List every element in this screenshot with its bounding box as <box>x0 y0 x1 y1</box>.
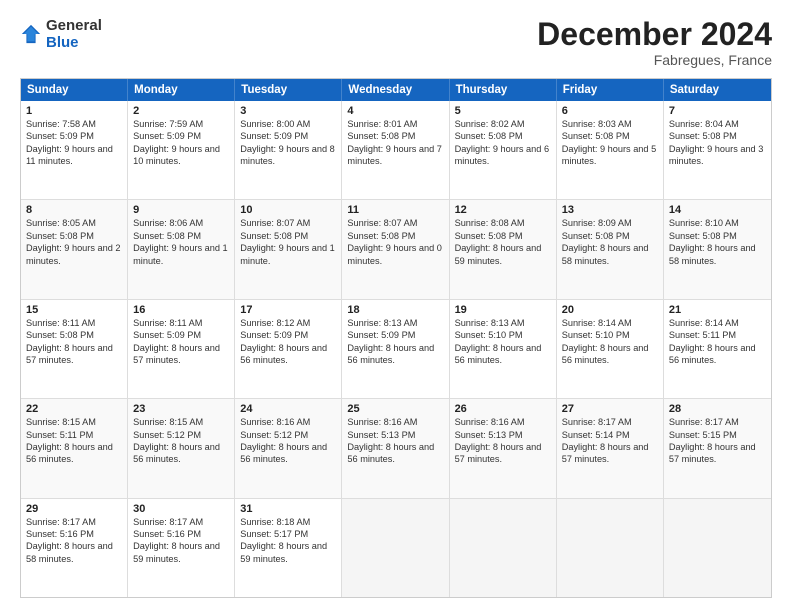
calendar-body: 1 Sunrise: 7:58 AMSunset: 5:09 PMDayligh… <box>21 101 771 597</box>
header-tuesday: Tuesday <box>235 79 342 101</box>
day-25: 25 Sunrise: 8:16 AMSunset: 5:13 PMDaylig… <box>342 399 449 497</box>
day-21: 21 Sunrise: 8:14 AMSunset: 5:11 PMDaylig… <box>664 300 771 398</box>
day-7: 7 Sunrise: 8:04 AMSunset: 5:08 PMDayligh… <box>664 101 771 199</box>
day-8: 8 Sunrise: 8:05 AMSunset: 5:08 PMDayligh… <box>21 200 128 298</box>
day-14: 14 Sunrise: 8:10 AMSunset: 5:08 PMDaylig… <box>664 200 771 298</box>
day-5: 5 Sunrise: 8:02 AMSunset: 5:08 PMDayligh… <box>450 101 557 199</box>
day-6: 6 Sunrise: 8:03 AMSunset: 5:08 PMDayligh… <box>557 101 664 199</box>
empty-cell-1 <box>342 499 449 597</box>
week-row-5: 29 Sunrise: 8:17 AMSunset: 5:16 PMDaylig… <box>21 498 771 597</box>
day-27: 27 Sunrise: 8:17 AMSunset: 5:14 PMDaylig… <box>557 399 664 497</box>
header-wednesday: Wednesday <box>342 79 449 101</box>
logo-icon <box>20 23 42 45</box>
day-9: 9 Sunrise: 8:06 AMSunset: 5:08 PMDayligh… <box>128 200 235 298</box>
day-17: 17 Sunrise: 8:12 AMSunset: 5:09 PMDaylig… <box>235 300 342 398</box>
day-20: 20 Sunrise: 8:14 AMSunset: 5:10 PMDaylig… <box>557 300 664 398</box>
empty-cell-4 <box>664 499 771 597</box>
week-row-3: 15 Sunrise: 8:11 AMSunset: 5:08 PMDaylig… <box>21 299 771 398</box>
header-monday: Monday <box>128 79 235 101</box>
header-sunday: Sunday <box>21 79 128 101</box>
logo-text: General Blue <box>46 18 102 51</box>
title-block: December 2024 Fabregues, France <box>537 18 772 68</box>
day-4: 4 Sunrise: 8:01 AMSunset: 5:08 PMDayligh… <box>342 101 449 199</box>
header-saturday: Saturday <box>664 79 771 101</box>
logo: General Blue <box>20 18 102 51</box>
day-29: 29 Sunrise: 8:17 AMSunset: 5:16 PMDaylig… <box>21 499 128 597</box>
week-row-2: 8 Sunrise: 8:05 AMSunset: 5:08 PMDayligh… <box>21 199 771 298</box>
location: Fabregues, France <box>537 52 772 68</box>
day-19: 19 Sunrise: 8:13 AMSunset: 5:10 PMDaylig… <box>450 300 557 398</box>
day-2: 2 Sunrise: 7:59 AMSunset: 5:09 PMDayligh… <box>128 101 235 199</box>
empty-cell-3 <box>557 499 664 597</box>
calendar-page: General Blue December 2024 Fabregues, Fr… <box>0 0 792 612</box>
day-16: 16 Sunrise: 8:11 AMSunset: 5:09 PMDaylig… <box>128 300 235 398</box>
day-15: 15 Sunrise: 8:11 AMSunset: 5:08 PMDaylig… <box>21 300 128 398</box>
day-31: 31 Sunrise: 8:18 AMSunset: 5:17 PMDaylig… <box>235 499 342 597</box>
day-24: 24 Sunrise: 8:16 AMSunset: 5:12 PMDaylig… <box>235 399 342 497</box>
day-12: 12 Sunrise: 8:08 AMSunset: 5:08 PMDaylig… <box>450 200 557 298</box>
logo-blue: Blue <box>46 35 102 52</box>
day-26: 26 Sunrise: 8:16 AMSunset: 5:13 PMDaylig… <box>450 399 557 497</box>
empty-cell-2 <box>450 499 557 597</box>
calendar-header: Sunday Monday Tuesday Wednesday Thursday… <box>21 79 771 101</box>
day-11: 11 Sunrise: 8:07 AMSunset: 5:08 PMDaylig… <box>342 200 449 298</box>
day-10: 10 Sunrise: 8:07 AMSunset: 5:08 PMDaylig… <box>235 200 342 298</box>
day-30: 30 Sunrise: 8:17 AMSunset: 5:16 PMDaylig… <box>128 499 235 597</box>
logo-general: General <box>46 18 102 35</box>
day-1: 1 Sunrise: 7:58 AMSunset: 5:09 PMDayligh… <box>21 101 128 199</box>
week-row-1: 1 Sunrise: 7:58 AMSunset: 5:09 PMDayligh… <box>21 101 771 199</box>
header-friday: Friday <box>557 79 664 101</box>
day-22: 22 Sunrise: 8:15 AMSunset: 5:11 PMDaylig… <box>21 399 128 497</box>
page-header: General Blue December 2024 Fabregues, Fr… <box>20 18 772 68</box>
day-28: 28 Sunrise: 8:17 AMSunset: 5:15 PMDaylig… <box>664 399 771 497</box>
day-18: 18 Sunrise: 8:13 AMSunset: 5:09 PMDaylig… <box>342 300 449 398</box>
header-thursday: Thursday <box>450 79 557 101</box>
calendar: Sunday Monday Tuesday Wednesday Thursday… <box>20 78 772 598</box>
day-13: 13 Sunrise: 8:09 AMSunset: 5:08 PMDaylig… <box>557 200 664 298</box>
day-23: 23 Sunrise: 8:15 AMSunset: 5:12 PMDaylig… <box>128 399 235 497</box>
week-row-4: 22 Sunrise: 8:15 AMSunset: 5:11 PMDaylig… <box>21 398 771 497</box>
day-3: 3 Sunrise: 8:00 AMSunset: 5:09 PMDayligh… <box>235 101 342 199</box>
month-title: December 2024 <box>537 18 772 50</box>
